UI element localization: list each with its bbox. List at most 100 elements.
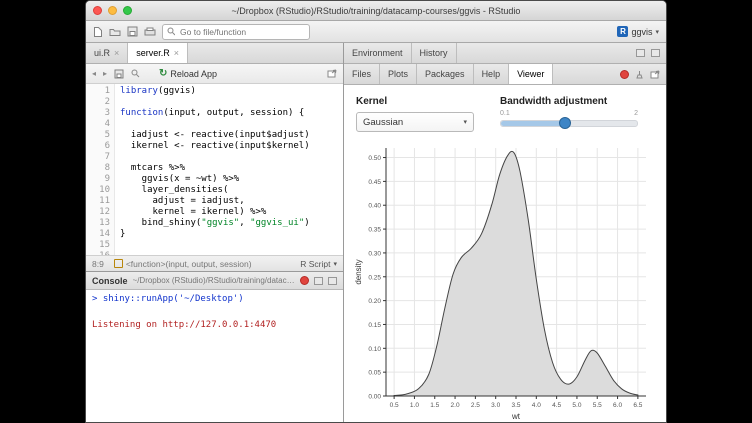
chevron-down-icon: ▾: [463, 118, 467, 126]
viewer-content: Kernel Gaussian ▾ Bandwidth adjustment 0…: [344, 85, 666, 423]
code-gutter: 12345678910111213141516: [86, 84, 115, 255]
tab-history[interactable]: History: [412, 43, 457, 63]
console-output[interactable]: > shiny::runApp('~/Desktop') Listening o…: [86, 290, 343, 423]
shiny-controls: Kernel Gaussian ▾ Bandwidth adjustment 0…: [356, 96, 658, 132]
density-plot: 0.51.01.52.02.53.03.54.04.55.05.56.06.50…: [354, 142, 654, 422]
print-icon[interactable]: [144, 27, 156, 37]
window-title: ~/Dropbox (RStudio)/RStudio/training/dat…: [86, 6, 666, 16]
console-pane: Console ~/Dropbox (RStudio)/RStudio/trai…: [86, 272, 343, 423]
zoom-window-button[interactable]: [123, 6, 132, 15]
svg-text:3.0: 3.0: [491, 402, 500, 409]
forward-icon[interactable]: ▸: [103, 69, 107, 78]
console-header: Console ~/Dropbox (RStudio)/RStudio/trai…: [86, 272, 343, 290]
reload-icon: ↻: [159, 68, 167, 79]
svg-text:1.0: 1.0: [410, 402, 419, 409]
kernel-selected-value: Gaussian: [363, 117, 403, 128]
svg-text:1.5: 1.5: [430, 402, 439, 409]
environment-tabbar: Environment History: [344, 43, 666, 64]
tab-files[interactable]: Files: [344, 64, 380, 84]
svg-text:4.0: 4.0: [532, 402, 541, 409]
bandwidth-slider[interactable]: 0.1 2: [500, 120, 638, 127]
code-line: bind_shiny("ggvis", "ggvis_ui"): [120, 218, 343, 229]
slider-max-label: 2: [634, 110, 638, 117]
search-icon: [167, 27, 175, 36]
tab-help[interactable]: Help: [474, 64, 510, 84]
code-line: adjust = iadjust,: [120, 196, 343, 207]
new-file-icon[interactable]: [93, 26, 103, 38]
source-pane: ui.R × server.R × ◂ ▸: [86, 43, 343, 272]
doc-type-selector[interactable]: R Script ▾: [300, 259, 337, 269]
goto-file-search[interactable]: [162, 24, 310, 40]
svg-text:0.5: 0.5: [390, 402, 399, 409]
slider-handle[interactable]: [559, 117, 571, 129]
code-editor[interactable]: 12345678910111213141516 library(ggvis) f…: [86, 84, 343, 255]
line-number: 5: [86, 130, 110, 141]
svg-text:5.5: 5.5: [593, 402, 602, 409]
console-tab[interactable]: Console: [92, 276, 128, 286]
code-line: [120, 240, 343, 251]
project-icon: R: [617, 26, 628, 37]
tab-ui-r[interactable]: ui.R ×: [86, 43, 128, 63]
code-line: }: [120, 229, 343, 240]
titlebar: ~/Dropbox (RStudio)/RStudio/training/dat…: [86, 1, 666, 21]
goto-file-input[interactable]: [178, 26, 305, 38]
tab-packages[interactable]: Packages: [417, 64, 474, 84]
reload-app-button[interactable]: ↻ Reload App: [159, 68, 217, 79]
find-icon[interactable]: [131, 69, 140, 78]
maximize-pane-icon[interactable]: [328, 277, 337, 285]
line-number: 2: [86, 97, 110, 108]
tab-viewer[interactable]: Viewer: [509, 64, 553, 84]
line-number: 7: [86, 152, 110, 163]
close-icon[interactable]: ×: [174, 48, 179, 58]
kernel-label: Kernel: [356, 96, 474, 107]
maximize-pane-icon[interactable]: [651, 49, 660, 57]
line-number: 9: [86, 174, 110, 185]
tab-plots[interactable]: Plots: [380, 64, 417, 84]
project-selector[interactable]: R ggvis ▾: [617, 26, 659, 37]
interrupt-r-icon[interactable]: [300, 276, 309, 285]
line-number: 10: [86, 185, 110, 196]
open-folder-icon[interactable]: [109, 27, 121, 37]
rstudio-window: ~/Dropbox (RStudio)/RStudio/training/dat…: [85, 0, 667, 423]
source-toolbar: ◂ ▸ ↻ Reload App: [86, 64, 343, 84]
code-line: iadjust <- reactive(input$adjust): [120, 130, 343, 141]
save-icon[interactable]: [114, 69, 124, 79]
svg-text:0.15: 0.15: [368, 322, 381, 329]
chevron-down-icon: ▾: [333, 260, 337, 268]
svg-text:0.25: 0.25: [368, 274, 381, 281]
tab-environment[interactable]: Environment: [344, 43, 412, 63]
console-working-directory: ~/Dropbox (RStudio)/RStudio/training/dat…: [133, 276, 295, 285]
slider-fill: [501, 121, 565, 126]
code-line: kernel = ikernel) %>%: [120, 207, 343, 218]
minimize-pane-icon[interactable]: [314, 277, 323, 285]
slider-track[interactable]: [500, 120, 638, 127]
svg-text:0.10: 0.10: [368, 346, 381, 353]
project-name: ggvis: [631, 27, 652, 37]
broom-icon[interactable]: [635, 70, 644, 79]
line-number: 12: [86, 207, 110, 218]
code-line: [120, 97, 343, 108]
scope-selector[interactable]: <function>(input, output, session): [114, 259, 252, 269]
minimize-pane-icon[interactable]: [636, 49, 645, 57]
svg-text:0.50: 0.50: [368, 155, 381, 162]
code-line: layer_densities(: [120, 185, 343, 196]
popout-icon[interactable]: [327, 69, 337, 78]
svg-text:0.45: 0.45: [368, 179, 381, 186]
close-icon[interactable]: ×: [114, 48, 119, 58]
kernel-select[interactable]: Gaussian ▾: [356, 112, 474, 132]
popout-icon[interactable]: [650, 70, 660, 79]
stop-app-icon[interactable]: [620, 70, 629, 79]
minimize-window-button[interactable]: [108, 6, 117, 15]
console-message: Listening on http://127.0.0.1:4470: [92, 319, 337, 331]
svg-text:0.30: 0.30: [368, 250, 381, 257]
save-icon[interactable]: [127, 26, 138, 37]
line-number: 11: [86, 196, 110, 207]
tab-server-r[interactable]: server.R ×: [128, 43, 188, 63]
svg-text:0.20: 0.20: [368, 298, 381, 305]
svg-text:2.0: 2.0: [451, 402, 460, 409]
back-icon[interactable]: ◂: [92, 69, 96, 78]
console-command: > shiny::runApp('~/Desktop'): [92, 293, 337, 305]
close-window-button[interactable]: [93, 6, 102, 15]
bandwidth-control: Bandwidth adjustment 0.1 2: [500, 96, 638, 132]
line-number: 1: [86, 86, 110, 97]
